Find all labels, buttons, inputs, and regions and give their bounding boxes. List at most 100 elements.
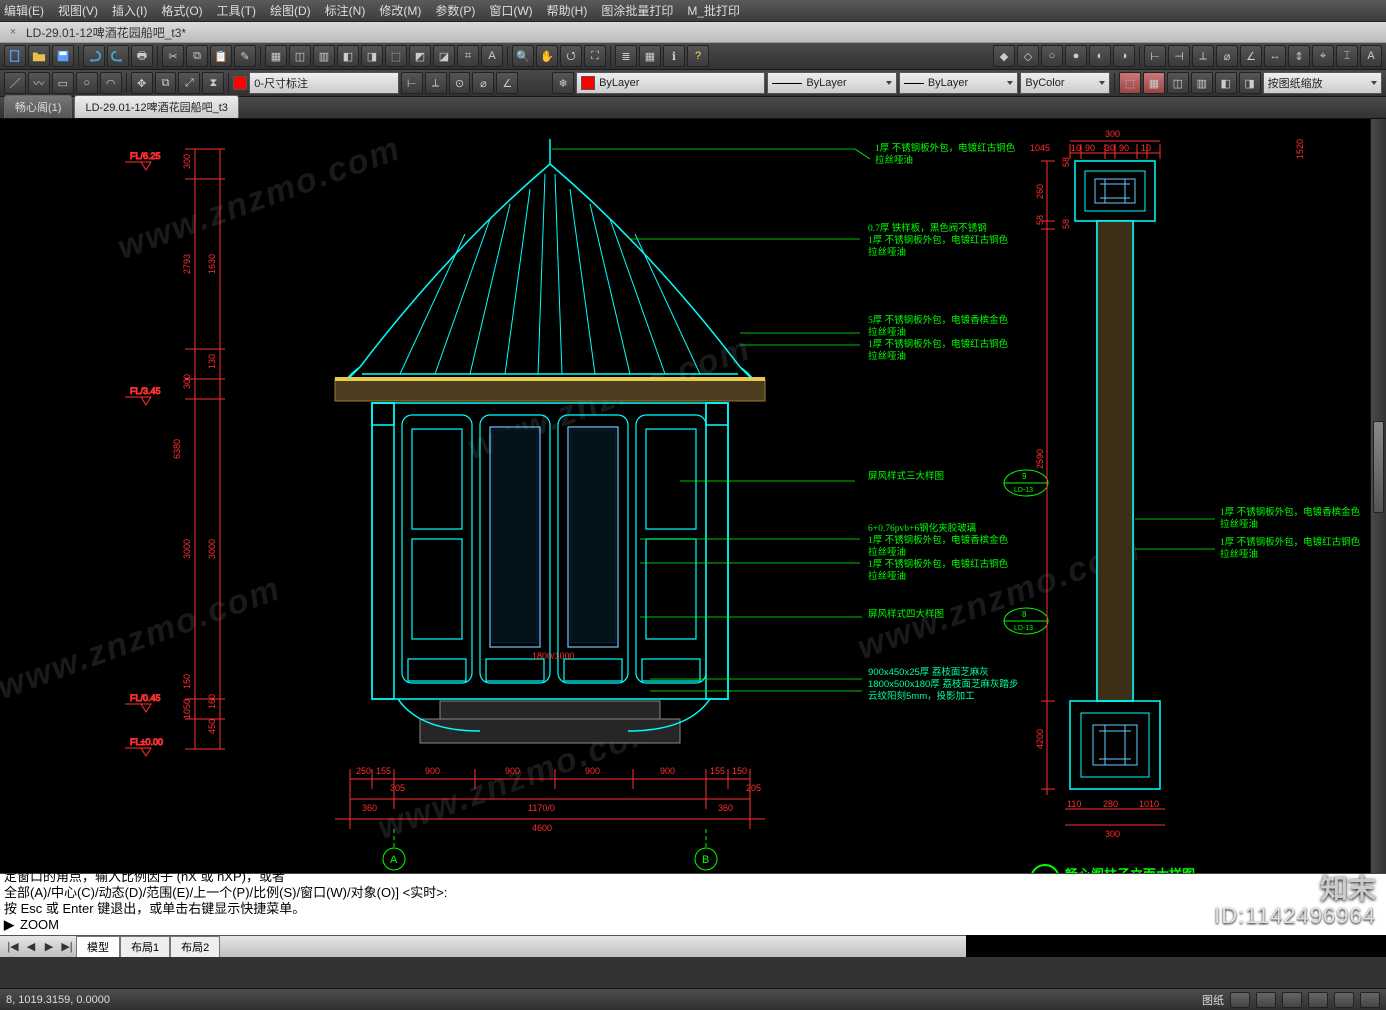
tool-btn-b[interactable]: ◫ bbox=[289, 45, 311, 67]
dimstyle-dropdown[interactable]: 0-尺寸标注 bbox=[249, 72, 398, 94]
menu-param[interactable]: 参数(P) bbox=[435, 2, 475, 19]
circle-button[interactable]: ○ bbox=[76, 72, 98, 94]
menu-window[interactable]: 窗口(W) bbox=[489, 2, 532, 19]
viewscale-dropdown[interactable]: 按图纸缩放 bbox=[1263, 72, 1383, 94]
layout-tab-model[interactable]: 模型 bbox=[76, 936, 120, 958]
open-file-button[interactable] bbox=[28, 45, 50, 67]
copy2-button[interactable]: ⧉ bbox=[155, 72, 177, 94]
save-button[interactable] bbox=[52, 45, 74, 67]
dim-a[interactable]: ⊢ bbox=[401, 72, 423, 94]
mirror-button[interactable]: ⧗ bbox=[202, 72, 224, 94]
grp-btn-6[interactable]: ◑ bbox=[1113, 45, 1135, 67]
new-file-button[interactable] bbox=[4, 45, 26, 67]
match-button[interactable]: ✎ bbox=[234, 45, 256, 67]
vertical-scrollbar[interactable] bbox=[1370, 119, 1386, 873]
dim-btn-5[interactable]: ∠ bbox=[1240, 45, 1262, 67]
menu-format[interactable]: 格式(O) bbox=[161, 2, 202, 19]
menu-help[interactable]: 帮助(H) bbox=[547, 2, 588, 19]
close-icon[interactable]: × bbox=[6, 25, 20, 39]
dim-b[interactable]: ⟂ bbox=[425, 72, 447, 94]
ext-btn-5[interactable]: ◧ bbox=[1215, 72, 1237, 94]
ext-btn-3[interactable]: ◫ bbox=[1167, 72, 1189, 94]
menu-insert[interactable]: 插入(I) bbox=[112, 2, 147, 19]
paste-button[interactable]: 📋 bbox=[210, 45, 232, 67]
redo-button[interactable] bbox=[107, 45, 129, 67]
grp-btn-1[interactable]: ◆ bbox=[993, 45, 1015, 67]
layout-nav-last[interactable]: ▶| bbox=[58, 940, 76, 953]
dim-btn-3[interactable]: ⟂ bbox=[1192, 45, 1214, 67]
status-btn-5[interactable] bbox=[1334, 992, 1354, 1008]
dim-btn-1[interactable]: ⊢ bbox=[1144, 45, 1166, 67]
dimstyle-color-swatch[interactable] bbox=[233, 76, 247, 90]
grp-btn-4[interactable]: ● bbox=[1065, 45, 1087, 67]
layout-nav-prev[interactable]: ◀ bbox=[22, 940, 40, 953]
ext-btn-1[interactable]: ⬚ bbox=[1119, 72, 1141, 94]
status-btn-2[interactable] bbox=[1256, 992, 1276, 1008]
menu-edit[interactable]: 编辑(E) bbox=[4, 2, 44, 19]
dim-c[interactable]: ⊙ bbox=[449, 72, 471, 94]
move-button[interactable]: ✥ bbox=[131, 72, 153, 94]
tool-btn-g[interactable]: ◩ bbox=[409, 45, 431, 67]
layout-nav-next[interactable]: ▶ bbox=[40, 940, 58, 953]
pan-button[interactable]: ✋ bbox=[536, 45, 558, 67]
pline-button[interactable]: 〰 bbox=[28, 72, 50, 94]
tool-btn-a[interactable]: ▦ bbox=[265, 45, 287, 67]
status-btn-1[interactable] bbox=[1230, 992, 1250, 1008]
line-button[interactable]: ／ bbox=[4, 72, 26, 94]
dim-d[interactable]: ⌀ bbox=[472, 72, 494, 94]
props-button[interactable]: ℹ bbox=[663, 45, 685, 67]
zoom-window-button[interactable]: 🔍 bbox=[512, 45, 534, 67]
status-btn-3[interactable] bbox=[1282, 992, 1302, 1008]
dim-btn-8[interactable]: ⌖ bbox=[1312, 45, 1334, 67]
dim-btn-4[interactable]: ⌀ bbox=[1216, 45, 1238, 67]
layout-tab-1[interactable]: 布局1 bbox=[120, 936, 170, 958]
dim-e[interactable]: ∠ bbox=[496, 72, 518, 94]
dim-btn-2[interactable]: ⊣ bbox=[1168, 45, 1190, 67]
rect-button[interactable]: ▭ bbox=[52, 72, 74, 94]
status-btn-4[interactable] bbox=[1308, 992, 1328, 1008]
ext-btn-6[interactable]: ◨ bbox=[1239, 72, 1261, 94]
layer-dropdown[interactable]: ByLayer bbox=[576, 72, 765, 94]
ext-btn-4[interactable]: ▥ bbox=[1191, 72, 1213, 94]
status-btn-6[interactable] bbox=[1360, 992, 1380, 1008]
dim-btn-9[interactable]: ⌶ bbox=[1336, 45, 1358, 67]
lineweight-dropdown[interactable]: ByLayer bbox=[899, 72, 1019, 94]
stretch-button[interactable]: ⤢ bbox=[178, 72, 200, 94]
command-line[interactable]: 定窗口的角点，输入比例因子 (nX 或 nXP)，或者 全部(A)/中心(C)/… bbox=[0, 873, 1386, 935]
menu-modify[interactable]: 修改(M) bbox=[379, 2, 421, 19]
dim-btn-7[interactable]: ⇕ bbox=[1288, 45, 1310, 67]
grp-btn-5[interactable]: ◐ bbox=[1089, 45, 1111, 67]
tool-btn-h[interactable]: ◪ bbox=[433, 45, 455, 67]
linetype-dropdown[interactable]: ByLayer bbox=[767, 72, 897, 94]
layout-nav-first[interactable]: |◀ bbox=[4, 940, 22, 953]
help-button[interactable]: ? bbox=[687, 45, 709, 67]
dim-btn-6[interactable]: ↔ bbox=[1264, 45, 1286, 67]
ext-btn-2[interactable]: ▦ bbox=[1143, 72, 1165, 94]
doctab-1[interactable]: 畅心阁(1) bbox=[4, 95, 72, 118]
tool-btn-i[interactable]: ⌗ bbox=[457, 45, 479, 67]
doctab-2[interactable]: LD-29.01-12啤酒花园船吧_t3 bbox=[74, 95, 238, 118]
plotstyle-dropdown[interactable]: ByColor bbox=[1020, 72, 1110, 94]
copy-button[interactable]: ⧉ bbox=[186, 45, 208, 67]
layer-mgr-button[interactable]: ≣ bbox=[615, 45, 637, 67]
orbit-button[interactable]: ⭯ bbox=[560, 45, 582, 67]
xref-button[interactable]: ▦ bbox=[639, 45, 661, 67]
drawing-canvas[interactable]: www.znzmo.com www.znzmo.com www.znzmo.co… bbox=[0, 119, 1386, 957]
print-button[interactable]: 🖶 bbox=[131, 45, 153, 67]
menu-tools[interactable]: 工具(T) bbox=[217, 2, 256, 19]
tool-btn-e[interactable]: ◨ bbox=[361, 45, 383, 67]
menu-view[interactable]: 视图(V) bbox=[58, 2, 98, 19]
zoom-extents-button[interactable]: ⛶ bbox=[584, 45, 606, 67]
grp-btn-3[interactable]: ○ bbox=[1041, 45, 1063, 67]
menu-draw[interactable]: 绘图(D) bbox=[270, 2, 311, 19]
menu-dim[interactable]: 标注(N) bbox=[325, 2, 366, 19]
dim-btn-10[interactable]: A bbox=[1360, 45, 1382, 67]
menu-mprint[interactable]: M_批打印 bbox=[687, 2, 740, 19]
tool-btn-j[interactable]: A bbox=[481, 45, 503, 67]
layer-freeze-button[interactable]: ❄ bbox=[552, 72, 574, 94]
undo-button[interactable] bbox=[83, 45, 105, 67]
menu-batchprint[interactable]: 图涂批量打印 bbox=[601, 2, 673, 19]
tool-btn-c[interactable]: ▥ bbox=[313, 45, 335, 67]
cut-button[interactable]: ✂ bbox=[162, 45, 184, 67]
grp-btn-2[interactable]: ◇ bbox=[1017, 45, 1039, 67]
